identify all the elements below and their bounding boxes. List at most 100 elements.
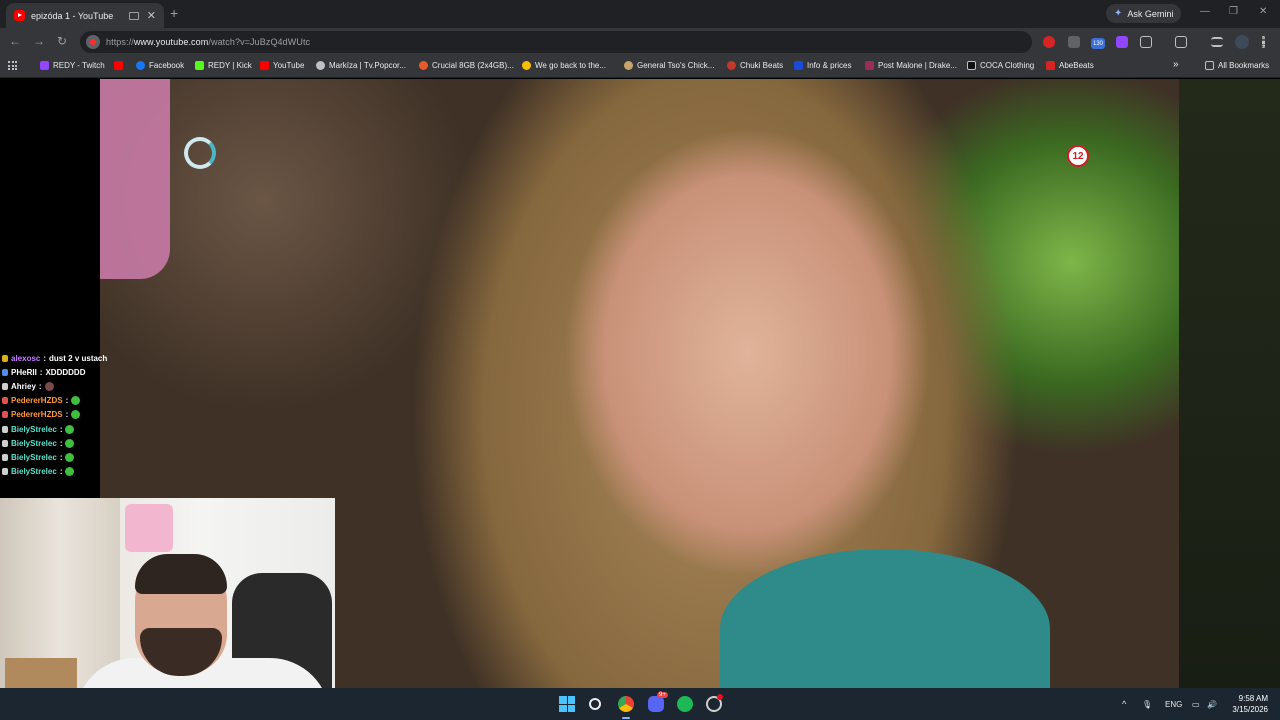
google-icon: [522, 61, 531, 70]
bookmark-post-malone[interactable]: Post Malone | Drake...: [865, 61, 957, 70]
channel-logo-icon: [184, 137, 216, 169]
microphone-icon[interactable]: 🎙: [1142, 688, 1152, 720]
reading-list-icon[interactable]: [1211, 37, 1223, 47]
bookmark-redy-kick[interactable]: REDY | Kick: [195, 61, 252, 70]
url-text[interactable]: https://www.youtube.com/watch?v=JuBzQ4dW…: [106, 37, 310, 47]
obs-icon[interactable]: [706, 694, 723, 712]
tab-close-icon[interactable]: ✕: [147, 9, 156, 22]
chat-username: Ahriey: [11, 381, 36, 391]
forward-button[interactable]: →: [33, 34, 45, 48]
video-background-object: [100, 79, 170, 279]
twitch-icon: [40, 61, 49, 70]
webcam-poster: [125, 504, 173, 552]
minimize-button[interactable]: —: [1200, 6, 1210, 17]
back-button[interactable]: ←: [9, 34, 21, 48]
crucial-icon: [419, 61, 428, 70]
chat-badge-icon: [2, 439, 8, 447]
browser-tab[interactable]: epizóda 1 - YouTube ✕: [6, 3, 164, 28]
chat-emote-icon: [71, 396, 81, 406]
bookmark-crucial[interactable]: Crucial 8GB (2x4GB)...: [419, 61, 514, 70]
music-icon: [865, 61, 874, 70]
search-icon[interactable]: [589, 698, 601, 710]
chuki-beats-icon: [727, 61, 736, 70]
discord-icon[interactable]: 9+: [648, 692, 668, 712]
profile-avatar[interactable]: [1235, 35, 1249, 49]
stream-chat-overlay: alexosc: dust 2 v ustach PHeRII: XDDDDDD Ahr…: [2, 351, 112, 479]
system-clock[interactable]: 9:58 AM 3/15/2026: [1226, 693, 1268, 715]
network-icon[interactable]: ▭: [1192, 688, 1200, 720]
chat-badge-icon: [2, 468, 8, 476]
chat-emote-icon: [71, 410, 81, 420]
letterbox-right: [1179, 79, 1280, 688]
chat-message: BielyStrelec:: [2, 465, 112, 479]
chat-badge-icon: [2, 425, 8, 433]
cast-icon[interactable]: [1175, 36, 1187, 48]
chat-username: BielyStrelec: [11, 438, 57, 448]
extension-translate-icon[interactable]: [1068, 36, 1080, 48]
tray-overflow-chevron-icon[interactable]: ^: [1122, 688, 1126, 720]
bookmark-we-go-back[interactable]: We go back to the...: [522, 61, 606, 70]
tab-title: epizóda 1 - YouTube: [31, 10, 114, 21]
volume-icon[interactable]: 🔊: [1207, 688, 1217, 720]
chrome-icon[interactable]: [618, 696, 634, 719]
chat-emote-icon: [65, 438, 75, 448]
start-windows-icon[interactable]: [559, 696, 575, 712]
restore-button[interactable]: ❐: [1229, 6, 1238, 17]
youtube-favicon-icon: [14, 10, 25, 21]
site-info-icon[interactable]: [86, 35, 100, 49]
chat-text: dust 2 v ustach: [49, 353, 108, 363]
bookmark-youtube[interactable]: YouTube: [260, 61, 304, 70]
menu-kebab-icon[interactable]: [1262, 36, 1265, 48]
all-bookmarks-folder[interactable]: All Bookmarks: [1205, 61, 1269, 70]
apps-grid-icon[interactable]: [8, 61, 18, 71]
bookmark-youtube-icon-only[interactable]: [114, 61, 127, 70]
chat-emote-icon: [44, 381, 54, 391]
chat-emote-icon: [65, 467, 75, 477]
chat-badge-icon: [2, 382, 8, 390]
food-icon: [624, 61, 633, 70]
chat-emote-icon: [65, 452, 75, 462]
youtube-icon: [260, 61, 269, 70]
ask-gemini-button[interactable]: ✦ Ask Gemini: [1106, 4, 1182, 23]
bookmark-chuki-beats[interactable]: Chuki Beats: [727, 61, 783, 70]
ask-gemini-label: Ask Gemini: [1127, 8, 1174, 19]
extensions-puzzle-icon[interactable]: [1140, 36, 1152, 48]
reload-button[interactable]: ↻: [57, 34, 67, 48]
chat-separator: :: [43, 353, 47, 363]
facebook-icon: [136, 61, 145, 70]
clock-time: 9:58 AM: [1238, 694, 1268, 703]
close-window-button[interactable]: ✕: [1259, 6, 1267, 17]
gemini-icon: ✦: [1114, 8, 1123, 19]
chat-separator: :: [38, 381, 42, 391]
bookmark-redy-twitch[interactable]: REDY - Twitch: [40, 61, 105, 70]
bookmark-abebeats[interactable]: AbeBeats: [1046, 61, 1094, 70]
chat-message: PHeRII: XDDDDDD: [2, 365, 112, 379]
chat-badge-icon: [2, 411, 8, 419]
chat-message: BielyStrelec:: [2, 436, 112, 450]
bookmarks-bar: REDY - Twitch Facebook REDY | Kick YouTu…: [0, 56, 1280, 78]
chat-separator: :: [65, 396, 69, 406]
bookmark-coca-clothing[interactable]: COCA Clothing: [967, 61, 1034, 70]
bookmark-general-tso[interactable]: General Tso's Chick...: [624, 61, 714, 70]
extension-red-icon[interactable]: [1043, 36, 1055, 48]
recording-dot-icon: [717, 694, 723, 700]
chat-emote-icon: [65, 424, 75, 434]
spotify-icon[interactable]: [677, 696, 693, 712]
address-bar[interactable]: https://www.youtube.com/watch?v=JuBzQ4dW…: [80, 31, 1032, 53]
tab-strip: epizóda 1 - YouTube ✕ + ✦ Ask Gemini — ❐…: [0, 0, 1280, 28]
bookmark-facebook[interactable]: Facebook: [136, 61, 184, 70]
coca-icon: [967, 61, 976, 70]
new-tab-button[interactable]: +: [170, 5, 178, 21]
bookmark-markiza[interactable]: Markíza | Tv.Popcor...: [316, 61, 406, 70]
extension-counter-icon[interactable]: 130: [1091, 38, 1105, 49]
chat-username: PedererHZDS: [11, 396, 63, 406]
extension-twitch-icon[interactable]: [1116, 36, 1128, 48]
language-indicator[interactable]: ENG: [1165, 688, 1182, 720]
media-playing-icon[interactable]: [128, 11, 139, 20]
chat-badge-icon: [2, 397, 8, 405]
chat-message: PedererHZDS:: [2, 394, 112, 408]
chat-message: Ahriey:: [2, 379, 112, 393]
bookmark-info-prices[interactable]: Info & prices: [794, 61, 851, 70]
chat-message: alexosc: dust 2 v ustach: [2, 351, 112, 365]
bookmarks-overflow-chevron-icon[interactable]: »: [1173, 59, 1179, 70]
